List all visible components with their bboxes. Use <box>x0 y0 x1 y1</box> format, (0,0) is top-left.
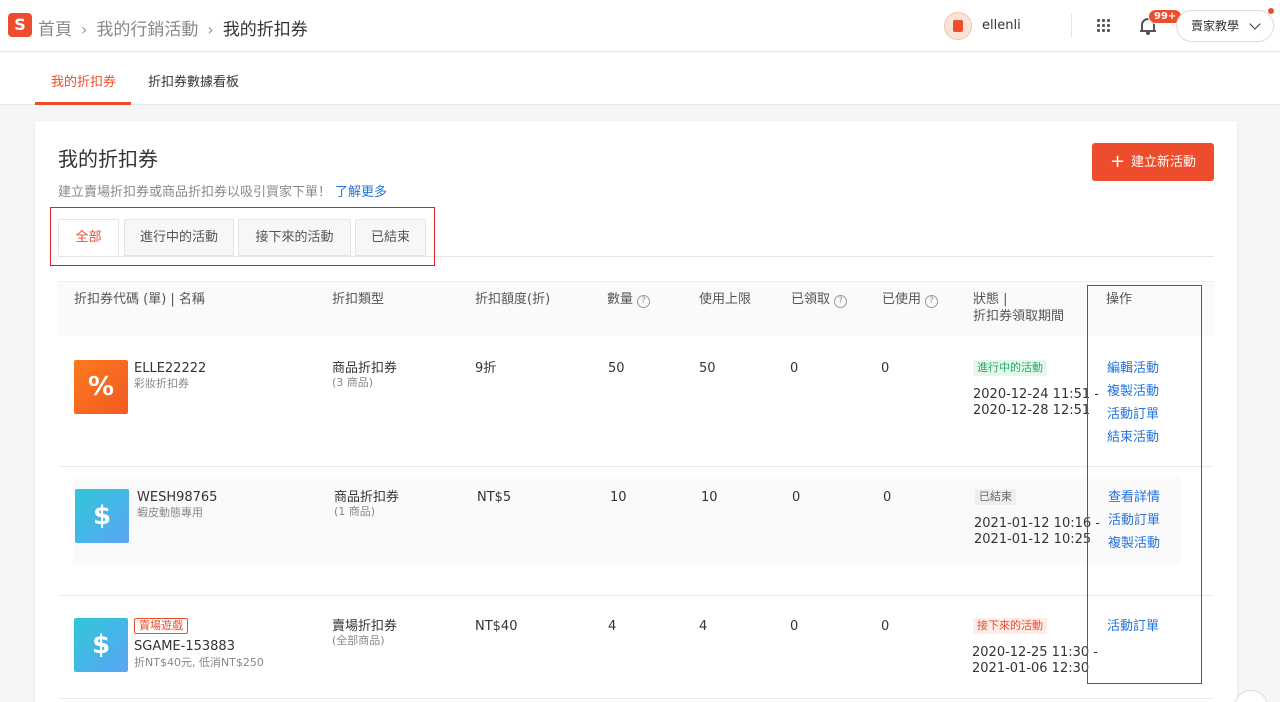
voucher-discount: NT$40 <box>475 619 518 634</box>
voucher-type-sub: (1 商品) <box>334 505 376 518</box>
status-badge: 已結束 <box>975 489 1016 505</box>
voucher-quantity: 4 <box>608 619 617 634</box>
voucher-code: WESH98765 <box>137 490 218 505</box>
divider <box>1071 14 1072 38</box>
voucher-code: SGAME-153883 <box>134 639 235 654</box>
vouchers-card: 我的折扣券 建立賣場折扣券或商品折扣券以吸引買家下單！ 了解更多 + 建立新活動 全… <box>35 121 1237 702</box>
voucher-type: 商品折扣券 <box>332 361 398 376</box>
voucher-type: 商品折扣券 <box>334 490 400 505</box>
learn-more-link[interactable]: 了解更多 <box>335 185 387 200</box>
active-tab-indicator <box>35 102 131 105</box>
voucher-claimed: 0 <box>790 361 799 376</box>
chat-button[interactable] <box>1234 690 1268 702</box>
shop-game-tag: 賣場遊戲 <box>134 618 188 634</box>
row-divider <box>58 595 1214 596</box>
voucher-usage-limit: 10 <box>701 490 718 505</box>
voucher-used: 0 <box>881 361 890 376</box>
header-code-name: 折扣券代碼 (單) | 名稱 <box>74 292 205 307</box>
period-start: 2020-12-25 11:30 - <box>972 645 1098 660</box>
username[interactable]: ellenli <box>982 18 1021 33</box>
help-menu-label: 賣家教學 <box>1191 19 1240 33</box>
header-claimed-label: 已領取 <box>791 292 831 307</box>
question-icon[interactable]: ? <box>834 295 848 308</box>
voucher-usage-limit: 50 <box>699 361 716 376</box>
description-text: 建立賣場折扣券或商品折扣券以吸引買家下單！ <box>58 185 332 200</box>
header-discount: 折扣額度(折) <box>475 292 551 307</box>
tab-my-vouchers[interactable]: 我的折扣券 <box>51 71 116 90</box>
header-used-label: 已使用 <box>882 292 922 307</box>
page-title: 我的折扣券 <box>58 147 158 171</box>
create-campaign-label: 建立新活動 <box>1131 155 1197 170</box>
voucher-claimed: 0 <box>790 619 799 634</box>
sub-navigation: 我的折扣券 折扣券數據看板 <box>0 53 1280 105</box>
period-start: 2021-01-12 10:16 - <box>974 516 1100 531</box>
header-usage-limit: 使用上限 <box>699 292 752 307</box>
page-description: 建立賣場折扣券或商品折扣券以吸引買家下單！ 了解更多 <box>58 181 387 200</box>
discount-percent-icon: % <box>74 360 128 414</box>
voucher-type: 賣場折扣券 <box>332 619 398 634</box>
shopee-logo-icon[interactable]: S <box>8 13 32 37</box>
row-divider <box>58 698 1214 699</box>
dollar-icon: $ <box>75 489 129 543</box>
status-badge: 進行中的活動 <box>973 360 1047 376</box>
voucher-code: ELLE22222 <box>134 361 207 376</box>
voucher-type-sub: (3 商品) <box>332 376 374 389</box>
breadcrumb-home[interactable]: 首頁 <box>38 20 72 40</box>
breadcrumb-current: 我的折扣券 <box>222 20 308 40</box>
voucher-name: 彩妝折扣券 <box>134 377 189 390</box>
voucher-name: 蝦皮動態專用 <box>137 506 203 519</box>
chevron-right-icon: › <box>207 20 214 39</box>
voucher-name: 折NT$40元, 低消NT$250 <box>134 656 264 669</box>
header-claimed: 已領取? <box>791 291 848 308</box>
header-type: 折扣類型 <box>332 292 385 307</box>
chevron-right-icon: › <box>81 20 88 39</box>
header-status-line2: 折扣券領取期間 <box>973 309 1065 324</box>
status-badge: 接下來的活動 <box>973 618 1047 634</box>
voucher-claimed: 0 <box>792 490 801 505</box>
header-status: 狀態 | 折扣券領取期間 <box>973 291 1064 325</box>
voucher-quantity: 10 <box>610 490 627 505</box>
breadcrumb-marketing[interactable]: 我的行銷活動 <box>96 20 198 40</box>
dollar-icon: $ <box>74 618 128 672</box>
avatar[interactable] <box>944 12 972 40</box>
header-quantity-label: 數量 <box>607 292 634 307</box>
header-used: 已使用? <box>882 291 939 308</box>
question-icon[interactable]: ? <box>925 295 939 308</box>
period-end: 2020-12-28 12:51 <box>973 403 1091 418</box>
plus-icon: + <box>1109 151 1126 172</box>
voucher-quantity: 50 <box>608 361 625 376</box>
voucher-usage-limit: 4 <box>699 619 708 634</box>
tabs-highlight-box <box>50 207 435 266</box>
top-bar: S 首頁 › 我的行銷活動 › 我的折扣券 ellenli 99+ 賣家教學 <box>0 0 1280 52</box>
period-end: 2021-01-12 10:25 <box>974 532 1092 547</box>
voucher-used: 0 <box>883 490 892 505</box>
red-dot-indicator <box>1268 8 1274 14</box>
header-status-line1: 狀態 | <box>973 292 1008 307</box>
row-divider <box>58 466 1214 467</box>
chevron-down-icon <box>1249 18 1261 30</box>
header-quantity: 數量? <box>607 291 651 308</box>
voucher-type-sub: (全部商品) <box>332 634 385 647</box>
tab-voucher-dashboard[interactable]: 折扣券數據看板 <box>148 71 239 90</box>
period-start: 2020-12-24 11:51 - <box>973 387 1099 402</box>
apps-grid-icon[interactable] <box>1096 18 1112 34</box>
help-menu-button[interactable]: 賣家教學 <box>1176 10 1274 42</box>
actions-highlight-box <box>1087 285 1202 684</box>
breadcrumb: 首頁 › 我的行銷活動 › 我的折扣券 <box>38 15 308 40</box>
voucher-used: 0 <box>881 619 890 634</box>
voucher-discount: 9折 <box>475 361 497 376</box>
period-end: 2021-01-06 12:30 <box>972 661 1090 676</box>
voucher-discount: NT$5 <box>477 490 512 505</box>
question-icon[interactable]: ? <box>637 295 651 308</box>
create-campaign-button[interactable]: + 建立新活動 <box>1092 143 1214 181</box>
